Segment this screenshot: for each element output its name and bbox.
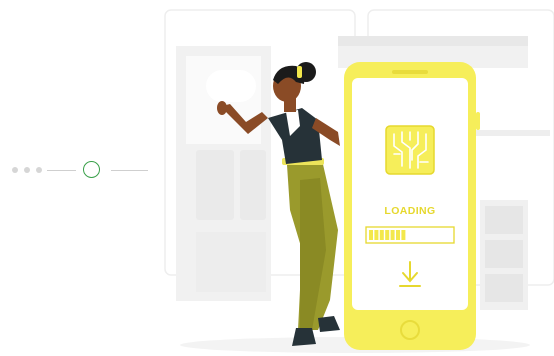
microchip-icon bbox=[385, 125, 435, 175]
loading-progress-bar bbox=[365, 226, 455, 244]
progress-segment bbox=[396, 230, 400, 240]
progress-segment bbox=[390, 230, 395, 240]
progress-segment bbox=[369, 230, 373, 240]
progress-fill bbox=[369, 230, 406, 240]
progress-segment bbox=[374, 230, 379, 240]
background-fridge bbox=[176, 46, 271, 301]
progress-segment bbox=[379, 230, 384, 240]
loading-illustration bbox=[164, 9, 554, 353]
loading-label: LOADING bbox=[384, 205, 436, 217]
progress-segment bbox=[401, 230, 406, 240]
progress-segment bbox=[385, 230, 390, 240]
